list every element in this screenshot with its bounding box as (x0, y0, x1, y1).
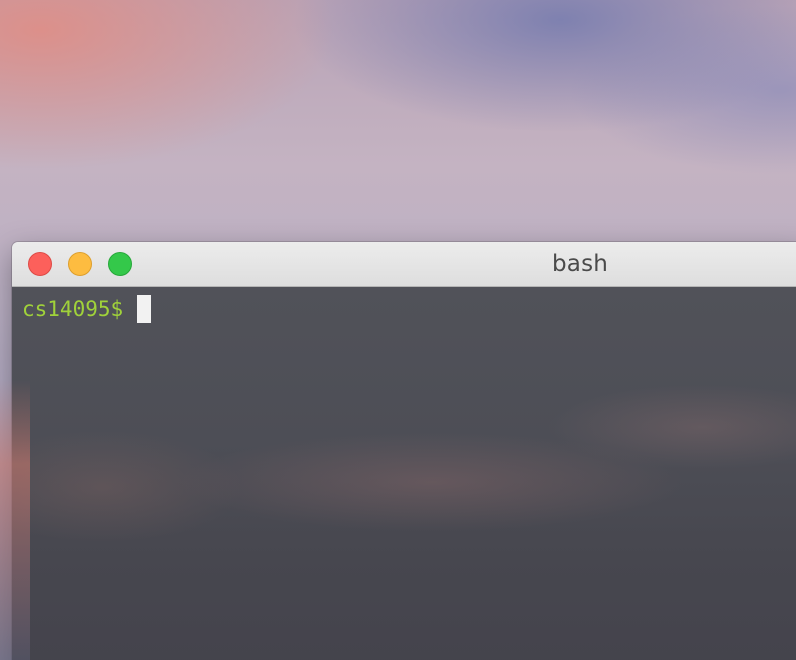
terminal-content[interactable]: cs14095$ (12, 287, 796, 660)
prompt-line[interactable]: cs14095$ (22, 294, 796, 324)
text-cursor (137, 295, 152, 323)
terminal-window[interactable]: bash cs14095$ (12, 242, 796, 660)
desktop-background: bash cs14095$ (0, 0, 796, 660)
close-button[interactable] (28, 252, 52, 276)
window-title: bash (552, 251, 609, 277)
shell-prompt: cs14095$ (22, 297, 124, 321)
minimize-button[interactable] (68, 252, 92, 276)
title-bar[interactable]: bash (12, 242, 796, 287)
maximize-button[interactable] (108, 252, 132, 276)
